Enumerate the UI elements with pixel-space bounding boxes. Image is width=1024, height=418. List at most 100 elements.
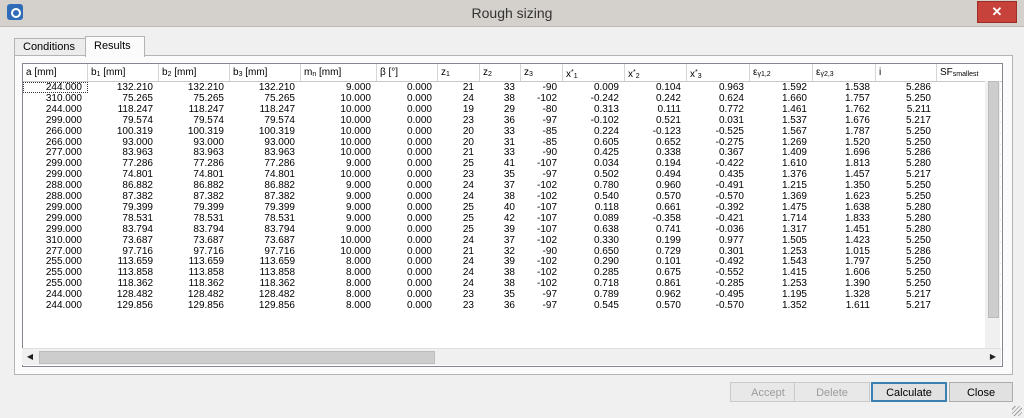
table-cell[interactable]: 10.000: [301, 115, 377, 126]
table-cell[interactable]: 5.250: [876, 93, 937, 104]
table-cell[interactable]: 38: [480, 93, 521, 104]
table-cell[interactable]: 23: [438, 289, 480, 300]
table-cell[interactable]: 74.801: [88, 169, 159, 180]
table-cell[interactable]: 10.000: [301, 169, 377, 180]
table-cell[interactable]: 0.285: [563, 267, 625, 278]
table-cell[interactable]: 100.319: [88, 126, 159, 137]
table-cell[interactable]: 1.269: [750, 137, 813, 148]
table-cell[interactable]: 132.210: [88, 82, 159, 93]
table-cell[interactable]: -0.570: [687, 191, 750, 202]
table-cell[interactable]: -0.242: [563, 93, 625, 104]
table-cell[interactable]: 87.382: [88, 191, 159, 202]
table-cell[interactable]: 1.757: [813, 93, 876, 104]
column-header[interactable]: x*2: [625, 64, 687, 81]
table-cell[interactable]: 5.250: [876, 235, 937, 246]
window-close-button[interactable]: ✕: [977, 1, 1017, 23]
tab-results[interactable]: Results: [85, 36, 145, 57]
table-cell[interactable]: 0.605: [563, 137, 625, 148]
table-cell[interactable]: 128.482: [230, 289, 301, 300]
table-cell[interactable]: 0.000: [377, 256, 438, 267]
table-cell[interactable]: -0.495: [687, 289, 750, 300]
table-cell[interactable]: 35: [480, 169, 521, 180]
table-cell[interactable]: 25: [438, 224, 480, 235]
table-cell[interactable]: 5.250: [876, 180, 937, 191]
table-cell[interactable]: 10.000: [301, 235, 377, 246]
table-cell[interactable]: 83.963: [159, 147, 230, 158]
table-cell[interactable]: 23: [438, 115, 480, 126]
table-cell[interactable]: 1.423: [813, 235, 876, 246]
table-cell[interactable]: -107: [521, 224, 563, 235]
table-cell[interactable]: 0.118: [563, 202, 625, 213]
table-cell[interactable]: 0.194: [625, 158, 687, 169]
table-cell[interactable]: 24: [438, 278, 480, 289]
table-cell[interactable]: 41: [480, 158, 521, 169]
table-cell[interactable]: 83.794: [88, 224, 159, 235]
column-header[interactable]: x*3: [687, 64, 750, 81]
table-cell[interactable]: 0.963: [687, 82, 750, 93]
table-cell[interactable]: 79.399: [159, 202, 230, 213]
table-cell[interactable]: 113.659: [230, 256, 301, 267]
table-cell[interactable]: 244.000: [23, 300, 88, 311]
table-cell[interactable]: 9.000: [301, 191, 377, 202]
table-cell[interactable]: 25: [438, 202, 480, 213]
table-cell[interactable]: 0.000: [377, 115, 438, 126]
table-cell[interactable]: 0.789: [563, 289, 625, 300]
table-cell[interactable]: 1.350: [813, 180, 876, 191]
table-cell[interactable]: 25: [438, 213, 480, 224]
table-cell[interactable]: 1.660: [750, 93, 813, 104]
table-cell[interactable]: 87.382: [230, 191, 301, 202]
table-cell[interactable]: 29: [480, 104, 521, 115]
table-cell[interactable]: 113.858: [88, 267, 159, 278]
table-cell[interactable]: -102: [521, 278, 563, 289]
table-cell[interactable]: 1.475: [750, 202, 813, 213]
table-cell[interactable]: 113.659: [88, 256, 159, 267]
table-cell[interactable]: 5.217: [876, 300, 937, 311]
table-cell[interactable]: 0.104: [625, 82, 687, 93]
table-cell[interactable]: 0.780: [563, 180, 625, 191]
table-cell[interactable]: 0.367: [687, 147, 750, 158]
delete-button[interactable]: Delete: [794, 382, 870, 402]
table-cell[interactable]: 0.540: [563, 191, 625, 202]
table-cell[interactable]: 87.382: [159, 191, 230, 202]
table-cell[interactable]: -0.552: [687, 267, 750, 278]
table-cell[interactable]: 0.000: [377, 278, 438, 289]
table-cell[interactable]: 1.537: [750, 115, 813, 126]
table-cell[interactable]: 1.390: [813, 278, 876, 289]
table-cell[interactable]: 86.882: [230, 180, 301, 191]
table-cell[interactable]: 21: [438, 246, 480, 257]
table-cell[interactable]: 8.000: [301, 300, 377, 311]
table-cell[interactable]: 1.638: [813, 202, 876, 213]
table-cell[interactable]: 78.531: [159, 213, 230, 224]
table-cell[interactable]: 299.000: [23, 213, 88, 224]
table-cell[interactable]: 1.567: [750, 126, 813, 137]
table-cell[interactable]: 38: [480, 191, 521, 202]
table-cell[interactable]: -85: [521, 126, 563, 137]
table-cell[interactable]: 1.787: [813, 126, 876, 137]
table-cell[interactable]: 9.000: [301, 213, 377, 224]
table-cell[interactable]: 0.101: [625, 256, 687, 267]
table-cell[interactable]: 10.000: [301, 137, 377, 148]
table-cell[interactable]: 1.833: [813, 213, 876, 224]
table-cell[interactable]: -80: [521, 104, 563, 115]
table-cell[interactable]: 1.195: [750, 289, 813, 300]
table-cell[interactable]: 21: [438, 82, 480, 93]
table-cell[interactable]: 1.813: [813, 158, 876, 169]
table-cell[interactable]: 310.000: [23, 235, 88, 246]
table-cell[interactable]: 10.000: [301, 246, 377, 257]
table-row[interactable]: 310.000 73.687 73.687 73.687 10.000 0.000 24 37…: [23, 235, 1002, 246]
table-cell[interactable]: -0.102: [563, 115, 625, 126]
table-cell[interactable]: 9.000: [301, 82, 377, 93]
table-cell[interactable]: 1.457: [813, 169, 876, 180]
column-header[interactable]: z3: [521, 64, 563, 81]
table-cell[interactable]: -0.422: [687, 158, 750, 169]
table-cell[interactable]: 0.675: [625, 267, 687, 278]
table-cell[interactable]: 73.687: [159, 235, 230, 246]
table-cell[interactable]: 0.000: [377, 235, 438, 246]
table-cell[interactable]: 0.301: [687, 246, 750, 257]
table-cell[interactable]: -102: [521, 256, 563, 267]
table-cell[interactable]: 0.000: [377, 180, 438, 191]
table-cell[interactable]: -0.525: [687, 126, 750, 137]
table-cell[interactable]: 21: [438, 147, 480, 158]
table-cell[interactable]: 10.000: [301, 147, 377, 158]
table-cell[interactable]: 9.000: [301, 224, 377, 235]
